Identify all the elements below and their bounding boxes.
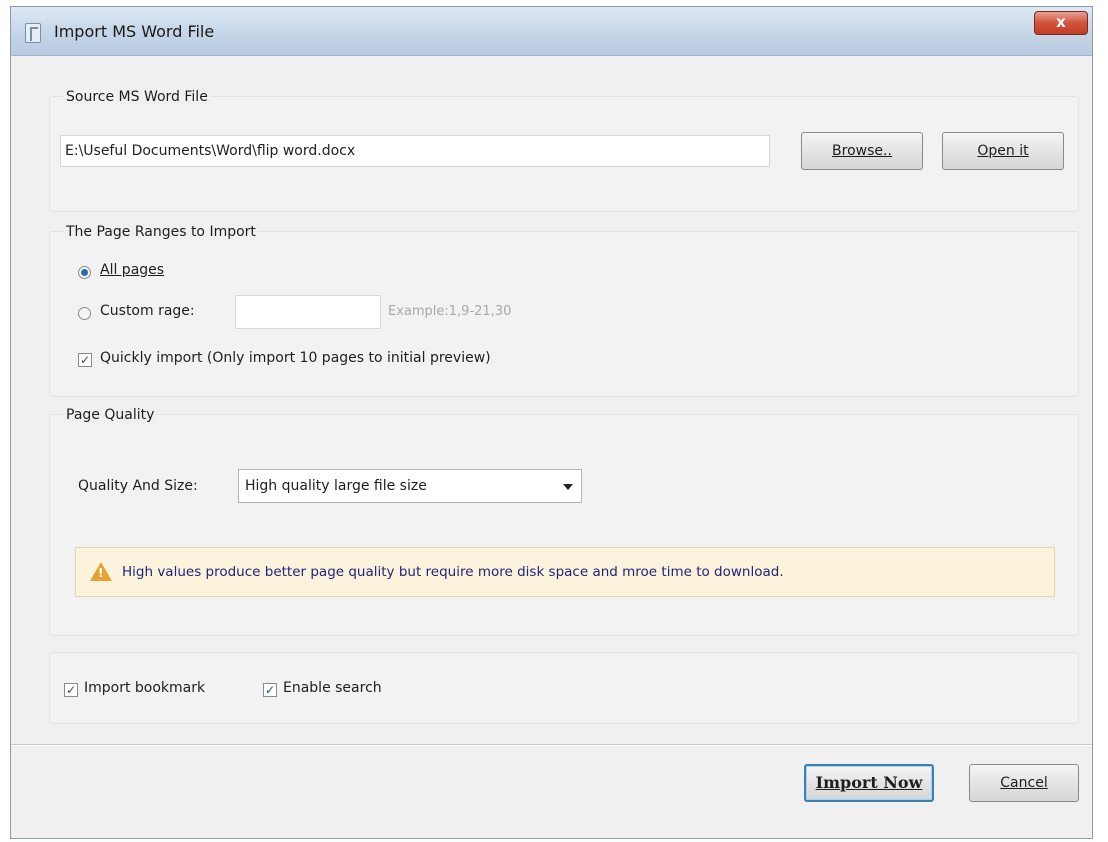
file-path-input[interactable]: E:\Useful Documents\Word\flip word.docx <box>60 135 770 167</box>
cancel-label: Cancel <box>1000 775 1048 791</box>
import-dialog: Import MS Word File x Source MS Word Fil… <box>10 6 1093 839</box>
chevron-down-icon <box>563 484 573 490</box>
quality-warning: High values produce better page quality … <box>75 547 1055 597</box>
enable-search-label[interactable]: Enable search <box>283 680 382 696</box>
enable-search-checkbox[interactable]: ✓ <box>263 683 277 697</box>
custom-range-input[interactable] <box>235 295 381 329</box>
all-pages-radio[interactable] <box>78 266 91 279</box>
warning-icon <box>90 562 112 581</box>
title-bar[interactable]: Import MS Word File x <box>11 7 1092 56</box>
browse-button[interactable]: Browse.. <box>801 132 923 170</box>
import-bookmark-label[interactable]: Import bookmark <box>84 680 205 696</box>
import-now-label: Import Now <box>815 773 923 792</box>
quality-select[interactable]: High quality large file size <box>238 469 582 503</box>
custom-range-hint: Example:1,9-21,30 <box>388 304 512 319</box>
open-it-button[interactable]: Open it <box>942 132 1064 170</box>
page-ranges-label: The Page Ranges to Import <box>64 224 258 240</box>
quality-size-label: Quality And Size: <box>78 478 198 494</box>
all-pages-label[interactable]: All pages <box>100 262 164 278</box>
page-ranges-group: The Page Ranges to Import All pages Cust… <box>49 224 1079 397</box>
dialog-content: Source MS Word File E:\Useful Documents\… <box>11 56 1092 838</box>
source-group-label: Source MS Word File <box>64 89 210 105</box>
page-quality-group: Page Quality Quality And Size: High qual… <box>49 407 1079 636</box>
app-icon <box>25 23 41 43</box>
warning-text: High values produce better page quality … <box>122 564 784 580</box>
options-group: ✓ Import bookmark ✓ Enable search <box>49 652 1079 724</box>
footer-divider <box>11 744 1092 746</box>
window-title: Import MS Word File <box>54 22 215 41</box>
quick-import-checkbox[interactable]: ✓ <box>78 353 92 367</box>
page-quality-label: Page Quality <box>64 407 157 423</box>
import-now-button[interactable]: Import Now <box>804 764 934 802</box>
custom-range-radio[interactable] <box>78 307 91 320</box>
source-file-group: Source MS Word File E:\Useful Documents\… <box>49 89 1079 212</box>
import-bookmark-checkbox[interactable]: ✓ <box>64 683 78 697</box>
all-pages-text: All pages <box>100 262 165 278</box>
custom-range-label[interactable]: Custom rage: <box>100 303 195 319</box>
quality-selected-value: High quality large file size <box>245 478 427 494</box>
close-button[interactable]: x <box>1034 11 1088 35</box>
cancel-button[interactable]: Cancel <box>969 764 1079 802</box>
browse-label: Browse.. <box>832 143 892 159</box>
open-it-label: Open it <box>977 143 1029 159</box>
quick-import-label[interactable]: Quickly import (Only import 10 pages to … <box>100 350 491 366</box>
